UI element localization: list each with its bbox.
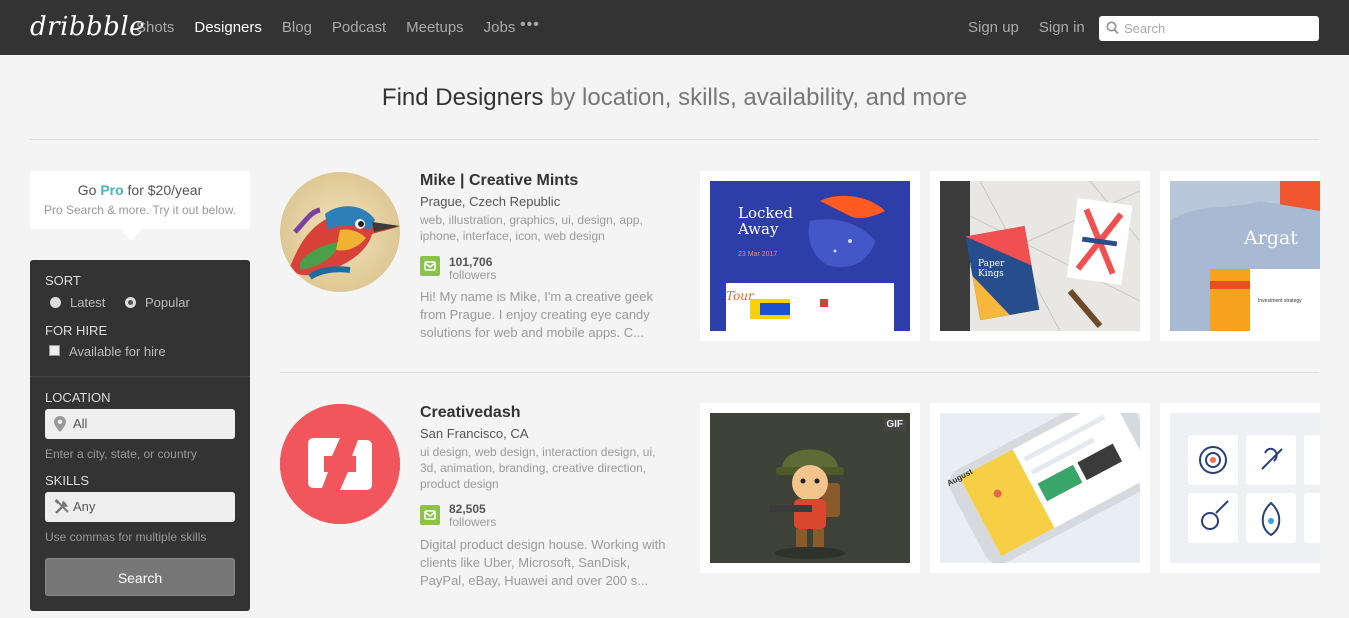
designer-skills: web, illustration, graphics, ui, design,… — [420, 213, 643, 243]
skills-value: Any — [73, 499, 96, 514]
shot-image: GIF — [710, 413, 910, 563]
promo-pointer — [120, 229, 142, 241]
sort-label: SORT — [45, 273, 81, 288]
designer-card-mike: Mike | Creative Mints Prague, Czech Repu… — [280, 171, 1320, 342]
radio-dot — [50, 297, 61, 308]
shot-thumbnail[interactable]: GIF — [700, 403, 920, 573]
skills-input[interactable]: Any — [45, 492, 235, 522]
nav-meetups[interactable]: Meetups — [406, 19, 464, 36]
nav-blog[interactable]: Blog — [282, 19, 312, 36]
sign-up-link[interactable]: Sign up — [968, 19, 1019, 36]
nav-jobs[interactable]: Jobs — [484, 19, 516, 36]
designer-card-creativedash: Creativedash San Francisco, CA ui design… — [280, 403, 1320, 588]
title-divider — [30, 139, 1319, 140]
main-nav: Shots Designers Blog Podcast Meetups Job… — [136, 19, 515, 36]
gif-badge: GIF — [883, 418, 906, 431]
filter-search-button[interactable]: Search — [45, 558, 235, 596]
skills-hint: Use commas for multiple skills — [45, 530, 207, 544]
designer-skills: ui design, web design, interaction desig… — [420, 445, 656, 491]
shot-thumbnail[interactable]: Argat Investment strategy — [1160, 171, 1320, 341]
shot-image — [1170, 413, 1320, 563]
shot-thumbnail[interactable]: Locked Away 23 Mar 2017 Tour — [700, 171, 920, 341]
sort-latest-label: Latest — [70, 295, 106, 310]
creativedash-logo-icon — [280, 404, 400, 524]
follow-button[interactable] — [420, 256, 440, 276]
bird-avatar-image — [280, 172, 400, 292]
shot-subtitle: Investment strategy — [1258, 298, 1302, 304]
sort-popular-radio[interactable]: Popular — [125, 295, 190, 310]
dribbble-logo[interactable]: dribbble — [30, 12, 145, 42]
designer-location: Prague, Czech Republic — [420, 194, 561, 209]
shot-title: Paper Kings — [978, 259, 1005, 279]
location-label: LOCATION — [45, 390, 111, 405]
shot-image: Paper Kings — [940, 181, 1140, 331]
for-hire-label: FOR HIRE — [45, 323, 108, 338]
shot-art — [1170, 181, 1320, 331]
shot-thumbnail[interactable] — [1160, 403, 1320, 573]
top-navigation-bar: dribbble Shots Designers Blog Podcast Me… — [0, 0, 1349, 55]
follow-button[interactable] — [420, 505, 440, 525]
radio-dot-selected — [125, 297, 136, 308]
nav-shots[interactable]: Shots — [136, 19, 174, 36]
filter-divider — [30, 376, 250, 377]
shot-image: Argat Investment strategy — [1170, 181, 1320, 331]
avatar[interactable] — [280, 172, 400, 292]
filter-panel: SORT Latest Popular FOR HIRE Available f… — [30, 260, 250, 611]
promo-suffix: for $20/year — [127, 182, 203, 198]
auth-links: Sign up Sign in — [968, 19, 1085, 36]
phone-mockup-image — [949, 413, 1140, 563]
location-input[interactable]: All — [45, 409, 235, 439]
page-title-light: by location, skills, availability, and m… — [550, 84, 968, 111]
location-hint: Enter a city, state, or country — [45, 447, 197, 461]
available-for-hire-label: Available for hire — [69, 344, 166, 359]
tools-icon — [54, 499, 69, 514]
follow-icon — [424, 510, 436, 520]
nav-designers[interactable]: Designers — [194, 19, 262, 36]
location-value: All — [73, 416, 88, 431]
pro-promo-card[interactable]: Go Pro for $20/year Pro Search & more. T… — [30, 171, 250, 229]
shot-art — [726, 195, 894, 331]
sign-in-link[interactable]: Sign in — [1039, 19, 1085, 36]
sort-popular-label: Popular — [145, 295, 190, 310]
skills-label: SKILLS — [45, 473, 90, 488]
shot-brand: Tour — [726, 289, 754, 303]
checkbox-box — [49, 345, 60, 356]
shot-image: Locked Away 23 Mar 2017 Tour — [710, 181, 910, 331]
designer-name[interactable]: Mike | Creative Mints — [420, 172, 578, 190]
shot-art — [940, 181, 1140, 331]
promo-prefix: Go — [77, 182, 97, 198]
followers-count: 101,706 — [449, 255, 493, 269]
followers-label: followers — [449, 268, 497, 282]
location-pin-icon — [54, 416, 66, 432]
designer-location: San Francisco, CA — [420, 426, 529, 441]
page-title-strong: Find Designers — [381, 84, 544, 111]
shot-thumbnail[interactable]: Paper Kings — [930, 171, 1150, 341]
shot-image: August — [940, 413, 1140, 563]
icon-set-image — [1188, 435, 1320, 543]
avatar[interactable] — [280, 404, 400, 524]
promo-title: Go Pro for $20/year — [30, 182, 250, 198]
shot-title: Argat — [1244, 227, 1298, 249]
row-divider — [280, 372, 1319, 373]
more-menu-icon[interactable]: ••• — [520, 16, 540, 34]
designer-bio: Hi! My name is Mike, I'm a creative geek… — [420, 289, 653, 340]
designer-name[interactable]: Creativedash — [420, 404, 521, 422]
promo-subtitle: Pro Search & more. Try it out below. — [43, 203, 237, 217]
follow-icon — [424, 261, 436, 271]
promo-pro: Pro — [100, 182, 124, 198]
search-input[interactable] — [1124, 19, 1314, 38]
soldier-illustration — [770, 449, 845, 559]
designer-bio: Digital product design house. Working wi… — [420, 537, 666, 588]
sort-latest-radio[interactable]: Latest — [50, 295, 105, 310]
followers-count: 82,505 — [449, 502, 486, 516]
followers-label: followers — [449, 515, 497, 529]
shot-thumbnail[interactable]: August — [930, 403, 1150, 573]
page-title: Find Designers by location, skills, avai… — [0, 84, 1349, 112]
header-search — [1099, 16, 1319, 41]
nav-podcast[interactable]: Podcast — [332, 19, 386, 36]
search-icon — [1106, 21, 1119, 35]
